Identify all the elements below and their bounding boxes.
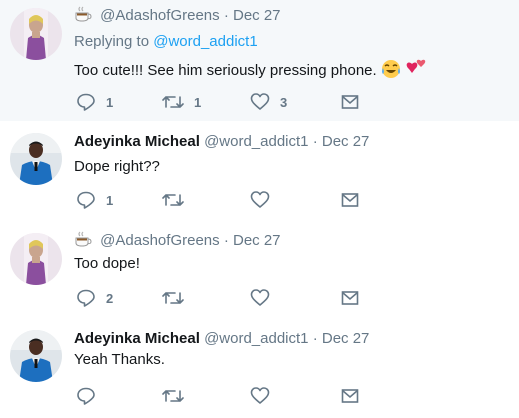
tweet-actions: 1 1 3 xyxy=(74,92,374,112)
tweet-text: Dope right?? xyxy=(74,158,160,175)
user-handle[interactable]: @word_addict1 xyxy=(204,330,308,347)
heart-icon xyxy=(250,191,270,208)
tweet-actions: 2 xyxy=(74,288,374,308)
user-handle[interactable]: @AdashofGreens xyxy=(100,232,219,249)
mention-link[interactable]: @word_addict1 xyxy=(153,33,257,50)
like-button[interactable]: 3 xyxy=(250,92,287,112)
envelope-icon xyxy=(341,193,359,207)
separator: · xyxy=(223,7,229,24)
like-count: 3 xyxy=(280,94,288,110)
reply-count: 1 xyxy=(106,192,114,208)
like-button[interactable] xyxy=(250,386,280,406)
retweet-button[interactable]: 1 xyxy=(162,92,201,112)
tweet-text: Too dope! xyxy=(74,255,140,272)
tweet-text: Yeah Thanks. xyxy=(74,351,165,368)
reply-button[interactable]: 1 xyxy=(76,190,113,210)
retweet-button[interactable] xyxy=(162,288,194,308)
coffee-emoji xyxy=(74,6,92,22)
tweet[interactable]: @AdashofGreens · Dec 27 Too dope! 2 xyxy=(0,226,519,322)
avatar[interactable] xyxy=(10,330,62,382)
avatar[interactable] xyxy=(10,233,62,285)
coffee-emoji xyxy=(74,231,92,247)
reply-icon xyxy=(77,93,95,111)
reply-button[interactable]: 2 xyxy=(76,288,113,308)
separator: · xyxy=(312,133,318,150)
tweet-date[interactable]: Dec 27 xyxy=(233,7,281,24)
tweet-header: Adeyinka Micheal @word_addict1 · Dec 27 xyxy=(74,133,369,150)
user-handle[interactable]: @AdashofGreens xyxy=(100,7,219,24)
display-name[interactable]: Adeyinka Micheal xyxy=(74,330,200,347)
retweet-icon xyxy=(162,390,184,402)
retweet-button[interactable] xyxy=(162,386,194,406)
reply-icon xyxy=(77,387,95,405)
tweet-text-content: Yeah Thanks. xyxy=(74,351,165,368)
tweet-header: @AdashofGreens · Dec 27 xyxy=(74,231,281,249)
tweet-date[interactable]: Dec 27 xyxy=(322,330,370,347)
heart-icon xyxy=(250,289,270,306)
separator: · xyxy=(223,232,229,249)
heart-icon xyxy=(250,387,270,404)
retweet-icon xyxy=(162,96,184,108)
envelope-icon xyxy=(341,291,359,305)
tweet[interactable]: @AdashofGreens · Dec 27 Replying to @wor… xyxy=(0,0,519,121)
retweet-icon xyxy=(162,194,184,206)
tweet-actions: 1 xyxy=(74,190,374,210)
reply-icon xyxy=(77,289,95,307)
tweet-date[interactable]: Dec 27 xyxy=(322,133,370,150)
replying-label: Replying to xyxy=(74,33,150,50)
reply-button[interactable] xyxy=(76,386,106,406)
tweet-date[interactable]: Dec 27 xyxy=(233,232,281,249)
separator: · xyxy=(312,330,318,347)
tweet-text: Too cute!!! See him seriously pressing p… xyxy=(74,59,427,83)
tweet[interactable]: Adeyinka Micheal @word_addict1 · Dec 27 … xyxy=(0,322,519,418)
envelope-icon xyxy=(341,95,359,109)
tweet-header: Adeyinka Micheal @word_addict1 · Dec 27 xyxy=(74,330,369,347)
tweet-text-content: Dope right?? xyxy=(74,158,160,175)
tweet-text-content: Too dope! xyxy=(74,255,140,272)
replying-to: Replying to @word_addict1 xyxy=(74,33,258,50)
direct-message-button[interactable] xyxy=(340,288,360,308)
tweet-actions xyxy=(74,386,374,406)
retweet-button[interactable] xyxy=(162,190,194,210)
retweet-icon xyxy=(162,292,184,304)
laughing-crying-emoji xyxy=(381,59,401,83)
reply-count: 1 xyxy=(106,94,114,110)
two-hearts-emoji xyxy=(405,59,427,83)
display-name[interactable]: Adeyinka Micheal xyxy=(74,133,200,150)
direct-message-button[interactable] xyxy=(340,386,360,406)
avatar[interactable] xyxy=(10,8,62,60)
heart-icon xyxy=(250,93,270,110)
avatar[interactable] xyxy=(10,133,62,185)
like-button[interactable] xyxy=(250,288,280,308)
reply-icon xyxy=(77,191,95,209)
reply-button[interactable]: 1 xyxy=(76,92,113,112)
user-handle[interactable]: @word_addict1 xyxy=(204,133,308,150)
direct-message-button[interactable] xyxy=(340,92,360,112)
retweet-count: 1 xyxy=(194,94,202,110)
reply-count: 2 xyxy=(106,290,114,306)
direct-message-button[interactable] xyxy=(340,190,360,210)
tweet[interactable]: Adeyinka Micheal @word_addict1 · Dec 27 … xyxy=(0,121,519,226)
tweet-text-content: Too cute!!! See him seriously pressing p… xyxy=(74,62,377,79)
envelope-icon xyxy=(341,389,359,403)
tweet-header: @AdashofGreens · Dec 27 xyxy=(74,6,281,24)
like-button[interactable] xyxy=(250,190,280,210)
